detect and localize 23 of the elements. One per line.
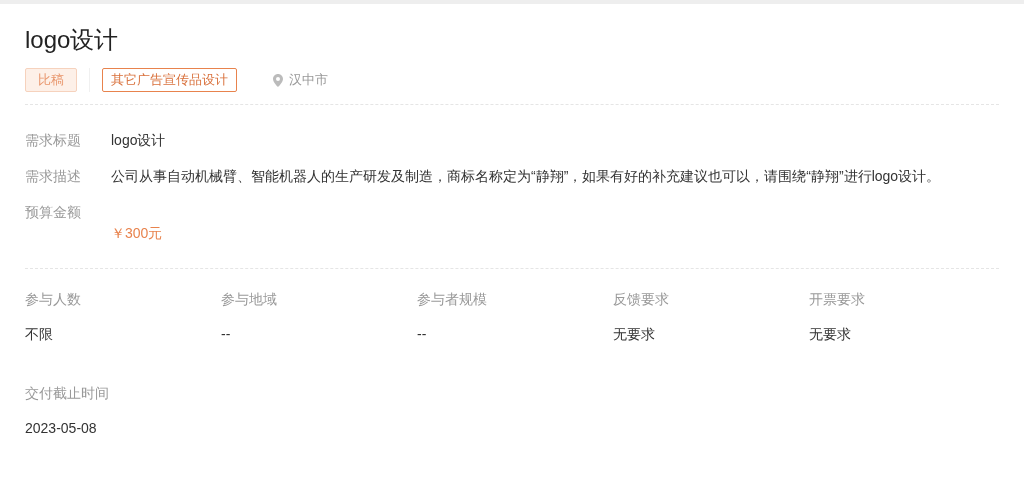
requirement-value: -- <box>221 325 232 344</box>
requirement-label: 开票要求 <box>809 290 866 309</box>
requirement-label: 反馈要求 <box>613 290 670 309</box>
location-text: 汉中市 <box>289 71 328 90</box>
detail-label: 预算金额 <box>25 203 82 222</box>
location-pin-icon <box>273 73 283 87</box>
detail-value: 公司从事自动机械臂、智能机器人的生产研发及制造，商标名称定为“静翔”，如果有好的补充建议也可以，请围绕“静翔”进行logo设计。 <box>111 167 942 186</box>
requirement-value: 不限 <box>25 325 54 344</box>
requirement-value: -- <box>417 325 428 344</box>
requirement-value: 无要求 <box>809 325 852 344</box>
deadline-value: 2023-05-08 <box>25 419 98 438</box>
requirement-label: 参与者规模 <box>417 290 488 309</box>
requirement-label: 参与地域 <box>221 290 278 309</box>
tag: 比稿 <box>25 68 77 92</box>
detail-value: logo设计 <box>111 131 167 150</box>
requirement-label: 参与人数 <box>25 290 82 309</box>
detail-label: 需求标题 <box>25 131 82 150</box>
detail-label: 需求描述 <box>25 167 82 186</box>
detail-value: ￥300元 <box>111 224 164 243</box>
requirement-value: 无要求 <box>613 325 656 344</box>
tag: 其它广告宣传品设计 <box>102 68 237 92</box>
page-title: logo设计 <box>25 25 120 55</box>
deadline-label: 交付截止时间 <box>25 384 110 403</box>
